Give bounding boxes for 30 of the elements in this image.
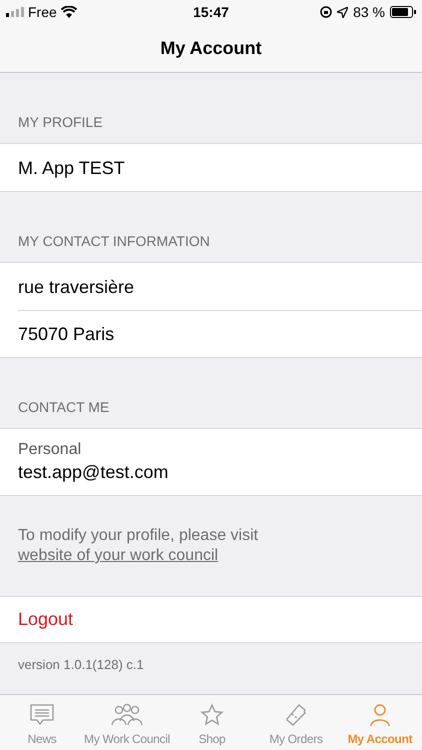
location-arrow-icon: [337, 6, 348, 18]
tab-bar-item[interactable]: News: [0, 695, 84, 750]
message-icon: [29, 703, 55, 727]
field-value: rue traversière: [18, 276, 136, 298]
website-link[interactable]: website of your work council: [18, 547, 218, 564]
signal-icon: [6, 7, 24, 17]
tab-bar-item[interactable]: My Orders: [254, 695, 338, 750]
star-icon: [200, 703, 224, 727]
field-value: 75070 Paris: [18, 323, 116, 346]
group-icon: [110, 703, 144, 727]
field-value: test.app@test.com: [18, 461, 170, 484]
section-header: MY CONTACT INFORMATION: [18, 233, 210, 249]
battery-icon: [390, 6, 416, 18]
section-header: MY PROFILE: [18, 114, 103, 130]
screen-title: My Account: [160, 36, 262, 60]
person-icon: [369, 703, 392, 727]
tab-bar-item[interactable]: My Account: [338, 695, 422, 750]
version-text: version 1.0.1(128) c.1: [18, 657, 144, 672]
tab-bar-item[interactable]: Shop: [170, 695, 254, 750]
rotation-lock-icon: [320, 6, 332, 18]
field-label: Personal: [18, 440, 82, 460]
wifi-icon: [60, 6, 77, 18]
logout-button[interactable]: Logout: [0, 596, 422, 643]
clock-time: 15:47: [193, 2, 229, 22]
info-text: To modify your profile, please visit website of your work council: [18, 526, 260, 566]
field-value: M. App TEST: [18, 156, 126, 180]
battery-percentage: 83 %: [353, 2, 385, 22]
carrier-name: Free: [28, 2, 57, 22]
tab-bar-item[interactable]: My Work Council: [84, 695, 170, 750]
section-header: CONTACT ME: [18, 399, 110, 415]
